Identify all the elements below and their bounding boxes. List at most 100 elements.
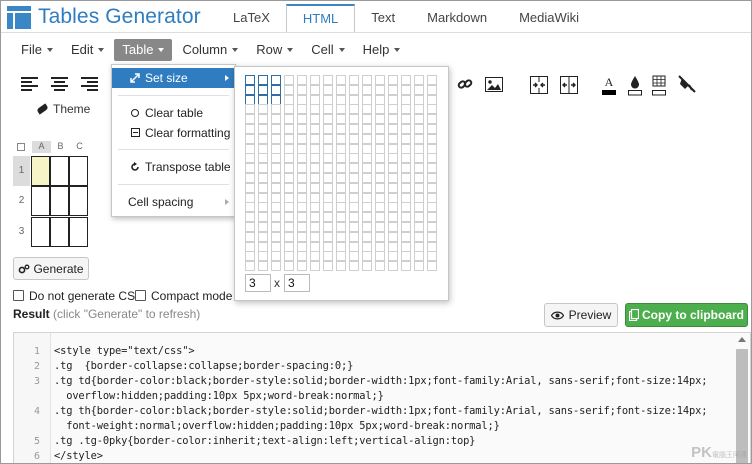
size-grid-cell[interactable] (323, 84, 333, 95)
size-grid-cell[interactable] (349, 231, 359, 242)
size-grid-cell[interactable] (258, 173, 268, 183)
menu-item-clear-table[interactable]: Clear table (112, 103, 235, 123)
size-grid-cell[interactable] (258, 124, 268, 134)
size-grid-cell[interactable] (297, 212, 307, 223)
size-grid-cell[interactable] (310, 114, 320, 125)
size-grid-cell[interactable] (414, 212, 424, 223)
size-grid-cell[interactable] (245, 153, 255, 164)
size-grid-cell[interactable] (349, 143, 359, 154)
copy-to-clipboard-button[interactable]: Copy to clipboard (625, 303, 748, 327)
split-cells-icon[interactable] (560, 76, 578, 94)
size-grid-cell[interactable] (388, 231, 398, 242)
menu-file[interactable]: File (13, 39, 61, 61)
size-grid-cell[interactable] (297, 251, 307, 262)
size-grid-cell[interactable] (297, 222, 307, 232)
size-grid-cell[interactable] (362, 143, 372, 154)
size-grid-cell[interactable] (310, 94, 320, 105)
size-grid-cell[interactable] (375, 251, 385, 262)
size-grid-cell[interactable] (388, 212, 398, 223)
size-grid-cell[interactable] (297, 133, 307, 144)
size-grid-cell[interactable] (258, 163, 268, 174)
size-grid-cell[interactable] (258, 153, 268, 164)
size-grid-cell[interactable] (310, 202, 320, 213)
size-grid-cell[interactable] (284, 104, 294, 115)
size-grid-cell[interactable] (401, 75, 411, 85)
size-grid-cell[interactable] (271, 192, 281, 203)
size-grid-cell[interactable] (310, 163, 320, 174)
size-grid-cell[interactable] (427, 163, 437, 174)
size-grid-cell[interactable] (271, 231, 281, 242)
clear-style-icon[interactable] (677, 75, 697, 93)
size-grid-cell[interactable] (245, 143, 255, 154)
size-grid-cell[interactable] (388, 222, 398, 232)
size-grid-cell[interactable] (388, 192, 398, 203)
fill-color-icon[interactable] (628, 75, 642, 96)
size-grid-cell[interactable] (284, 114, 294, 125)
size-grid-cell[interactable] (362, 104, 372, 115)
size-grid-cell[interactable] (349, 182, 359, 193)
size-grid-cell[interactable] (336, 163, 346, 174)
size-grid-cell[interactable] (297, 241, 307, 252)
size-grid-cell[interactable] (323, 163, 333, 174)
size-grid-cell[interactable] (245, 133, 255, 144)
size-grid-cell[interactable] (336, 114, 346, 125)
menu-edit[interactable]: Edit (63, 39, 112, 61)
size-grid-cell[interactable] (310, 124, 320, 134)
size-grid-cell[interactable] (323, 251, 333, 262)
merge-cells-icon[interactable] (530, 76, 548, 94)
size-grid-cell[interactable] (310, 84, 320, 95)
size-grid-cell[interactable] (258, 114, 268, 125)
size-grid-cell[interactable] (323, 222, 333, 232)
size-grid-cell[interactable] (336, 153, 346, 164)
size-grid-cell[interactable] (414, 104, 424, 115)
text-color-icon[interactable]: A (602, 75, 616, 96)
size-grid-cell[interactable] (362, 114, 372, 125)
size-grid-cell[interactable] (414, 231, 424, 242)
size-grid-cell[interactable] (310, 133, 320, 144)
size-grid-cell[interactable] (284, 212, 294, 223)
size-grid-cell[interactable] (388, 163, 398, 174)
size-grid-cell[interactable] (401, 124, 411, 134)
size-grid-cell[interactable] (271, 241, 281, 252)
size-grid-cell[interactable] (427, 84, 437, 95)
size-grid-cell[interactable] (427, 222, 437, 232)
size-grid-cell[interactable] (245, 163, 255, 174)
size-grid-cell[interactable] (271, 182, 281, 193)
no-css-option[interactable]: Do not generate CSS (13, 289, 143, 303)
menu-item-cell-spacing[interactable]: Cell spacing (112, 192, 235, 212)
size-grid-cell[interactable] (427, 104, 437, 115)
border-color-icon[interactable] (652, 75, 666, 96)
size-grid-cell[interactable] (297, 163, 307, 174)
size-grid-cell[interactable] (414, 173, 424, 183)
compact-mode-option[interactable]: Compact mode (135, 289, 232, 303)
size-grid-cell[interactable] (427, 212, 437, 223)
size-grid-cell[interactable] (362, 75, 372, 85)
size-grid-cell[interactable] (349, 212, 359, 223)
size-grid-cell[interactable] (336, 182, 346, 193)
size-grid-cell[interactable] (401, 94, 411, 105)
size-grid-cell[interactable] (362, 153, 372, 164)
size-grid-cell[interactable] (375, 202, 385, 213)
size-grid-cell[interactable] (401, 182, 411, 193)
column-header-a[interactable]: A (32, 141, 51, 153)
size-grid-cell[interactable] (284, 192, 294, 203)
compact-mode-checkbox[interactable] (135, 290, 146, 301)
size-grid-cell[interactable] (401, 261, 411, 272)
size-grid-cell[interactable] (245, 261, 255, 272)
size-grid-cell[interactable] (258, 251, 268, 262)
size-grid-cell[interactable] (401, 104, 411, 115)
size-grid-cell[interactable] (349, 104, 359, 115)
size-grid-cell[interactable] (323, 231, 333, 242)
menu-item-set-size[interactable]: Set size (112, 68, 235, 88)
size-grid-cell[interactable] (284, 222, 294, 232)
size-grid-cell[interactable] (388, 153, 398, 164)
size-grid-cell[interactable] (388, 143, 398, 154)
table-cell-a2[interactable] (31, 186, 50, 216)
size-grid-cell[interactable] (323, 94, 333, 105)
size-grid-cell[interactable] (427, 192, 437, 203)
size-grid-cell[interactable] (349, 163, 359, 174)
size-grid-cell[interactable] (258, 222, 268, 232)
table-cell-c3[interactable] (69, 217, 88, 247)
size-grid-cell[interactable] (310, 222, 320, 232)
size-grid-cell[interactable] (375, 182, 385, 193)
